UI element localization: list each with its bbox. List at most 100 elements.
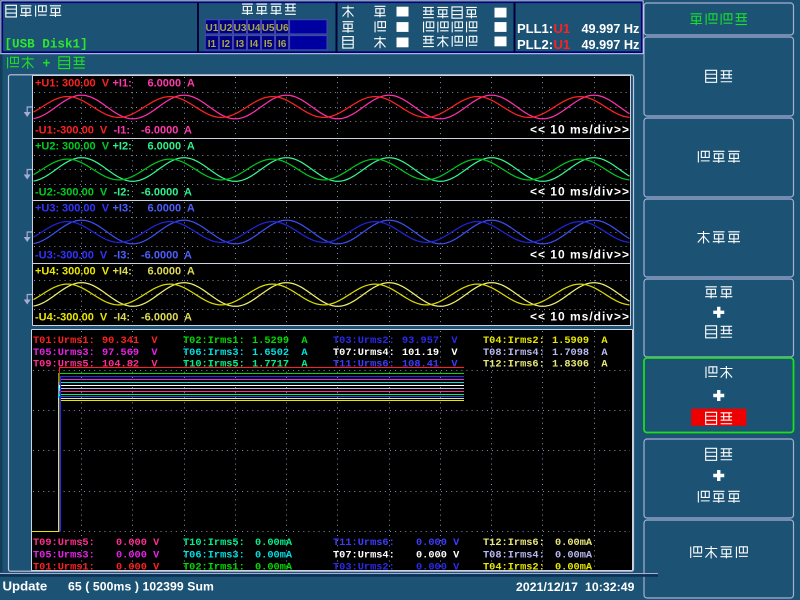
svg-text:104.82 V: 104.82 V [102, 359, 158, 371]
svg-text:U6: U6 [276, 23, 289, 34]
svg-text:0.00mA: 0.00mA [555, 550, 593, 562]
svg-text:0.00mA: 0.00mA [255, 550, 293, 562]
svg-text:1.6502 A: 1.6502 A [252, 347, 308, 359]
svg-text:0.000 V: 0.000 V [416, 550, 460, 562]
svg-text:T08:Irms4:: T08:Irms4: [483, 550, 545, 562]
svg-text:T04:Irms2:: T04:Irms2: [483, 562, 545, 574]
svg-text:0.000 V: 0.000 V [116, 537, 160, 549]
svg-text:-300.00 V: -300.00 V [57, 311, 108, 323]
svg-text:49.997 Hz: 49.997 Hz [582, 22, 640, 36]
svg-text:0.000 V: 0.000 V [416, 537, 460, 549]
svg-text:1.5299 A: 1.5299 A [252, 335, 308, 347]
svg-text:1.7098 A: 1.7098 A [552, 347, 608, 359]
svg-text:1.8306 A: 1.8306 A [552, 359, 608, 371]
svg-text:U1: U1 [554, 37, 571, 52]
svg-text:T02:Irms1:: T02:Irms1: [183, 335, 245, 347]
svg-text:0.000 V: 0.000 V [116, 550, 160, 562]
svg-text:-U1:: -U1: [35, 124, 56, 136]
svg-text:I6: I6 [278, 39, 287, 50]
svg-text:T10:Irms5:: T10:Irms5: [183, 359, 245, 371]
svg-text:T07:Urms4:: T07:Urms4: [333, 347, 395, 359]
svg-text:T07:Urms4:: T07:Urms4: [333, 550, 395, 562]
svg-text:T05:Urms3:: T05:Urms3: [33, 550, 95, 562]
svg-text:<< 10 ms/div>>: << 10 ms/div>> [530, 122, 630, 136]
svg-text:-I2:: -I2: [114, 186, 131, 198]
svg-text:90.341 V: 90.341 V [102, 335, 158, 347]
svg-text:I2: I2 [222, 39, 231, 50]
svg-text:+I2:: +I2: [113, 140, 132, 152]
svg-text:T02:Irms1:: T02:Irms1: [183, 562, 245, 574]
svg-text:49.997 Hz: 49.997 Hz [582, 38, 640, 52]
svg-text:-6.0000 A: -6.0000 A [141, 124, 192, 136]
svg-text:-6.0000 A: -6.0000 A [141, 249, 192, 261]
svg-text:T12:Irms6:: T12:Irms6: [483, 537, 545, 549]
svg-text:+U2:: +U2: [35, 140, 59, 152]
svg-text:1.7717 A: 1.7717 A [252, 359, 308, 371]
svg-text:300.00 V: 300.00 V [62, 202, 110, 214]
svg-text:<< 10 ms/div>>: << 10 ms/div>> [530, 184, 630, 198]
svg-text:0.00mA: 0.00mA [555, 562, 593, 574]
svg-text:93.957 V: 93.957 V [402, 335, 458, 347]
svg-text:+I1:: +I1: [113, 77, 132, 89]
svg-text:6.0000 A: 6.0000 A [148, 202, 195, 214]
svg-text:6.0000 A: 6.0000 A [148, 265, 195, 277]
svg-text:-6.0000 A: -6.0000 A [141, 311, 192, 323]
svg-text:U1: U1 [206, 23, 219, 34]
svg-text:108.41 V: 108.41 V [402, 359, 458, 371]
svg-text:T09:Urms5:: T09:Urms5: [33, 359, 95, 371]
svg-text:-U2:: -U2: [35, 186, 56, 198]
svg-text:T08:Irms4:: T08:Irms4: [483, 347, 545, 359]
svg-text:PLL2:: PLL2: [517, 37, 553, 52]
svg-text:-300.00 V: -300.00 V [57, 124, 108, 136]
svg-text:[USB Disk1]: [USB Disk1] [5, 38, 88, 52]
svg-text:I1: I1 [208, 39, 217, 50]
svg-text:-I4:: -I4: [114, 311, 131, 323]
svg-text:T01:Urms1:: T01:Urms1: [33, 562, 95, 574]
svg-text:6.0000 A: 6.0000 A [148, 77, 195, 89]
svg-text:+I4:: +I4: [113, 265, 132, 277]
svg-text:T05:Urms3:: T05:Urms3: [33, 347, 95, 359]
svg-text:T03:Urms2:: T03:Urms2: [333, 562, 395, 574]
svg-text:T12:Irms6:: T12:Irms6: [483, 359, 545, 371]
svg-text:6.0000 A: 6.0000 A [148, 140, 195, 152]
svg-text:300.00 V: 300.00 V [62, 140, 110, 152]
svg-text:-I3:: -I3: [114, 249, 131, 261]
svg-text:1.5909 A: 1.5909 A [552, 335, 608, 347]
svg-text:101.19 V: 101.19 V [402, 347, 458, 359]
svg-text:U5: U5 [262, 23, 275, 34]
svg-text:+U3:: +U3: [35, 202, 59, 214]
svg-text:0.00mA: 0.00mA [255, 537, 293, 549]
svg-text:-300.00 V: -300.00 V [57, 249, 108, 261]
svg-text:+U4:: +U4: [35, 265, 59, 277]
svg-text:PLL1:: PLL1: [517, 21, 553, 36]
svg-text:300.00 V: 300.00 V [62, 265, 110, 277]
svg-text:I4: I4 [250, 39, 259, 50]
svg-text:+U1:: +U1: [35, 77, 59, 89]
svg-text:U1: U1 [554, 21, 571, 36]
svg-text:0.00mA: 0.00mA [555, 537, 593, 549]
svg-text:I3: I3 [236, 39, 245, 50]
svg-text:<< 10 ms/div>>: << 10 ms/div>> [530, 247, 630, 261]
svg-text:65 ( 500ms ) 102399 Sum: 65 ( 500ms ) 102399 Sum [68, 580, 214, 594]
svg-text:0.000 V: 0.000 V [116, 562, 160, 574]
svg-text:-U4:: -U4: [35, 311, 56, 323]
svg-text:T06:Irms3:: T06:Irms3: [183, 347, 245, 359]
svg-text:Update: Update [3, 579, 48, 594]
svg-text:+: + [43, 56, 51, 71]
svg-text:-300.00 V: -300.00 V [57, 186, 108, 198]
svg-text:300.00 V: 300.00 V [62, 77, 110, 89]
svg-text:T11:Urms6:: T11:Urms6: [333, 537, 395, 549]
svg-text:-U3:: -U3: [35, 249, 56, 261]
svg-text:2021/12/17 10:32:49: 2021/12/17 10:32:49 [516, 580, 635, 594]
svg-text:+I3:: +I3: [113, 202, 132, 214]
svg-text:0.00mA: 0.00mA [255, 562, 293, 574]
svg-text:0.000 V: 0.000 V [416, 562, 460, 574]
svg-text:T11:Urms6:: T11:Urms6: [333, 359, 395, 371]
svg-text:T03:Urms2:: T03:Urms2: [333, 335, 395, 347]
svg-text:T01:Urms1:: T01:Urms1: [33, 335, 95, 347]
svg-text:-6.0000 A: -6.0000 A [141, 186, 192, 198]
svg-text:-I1:: -I1: [114, 124, 131, 136]
svg-text:U3: U3 [234, 23, 247, 34]
svg-text:T06:Irms3:: T06:Irms3: [183, 550, 245, 562]
svg-text:T10:Irms5:: T10:Irms5: [183, 537, 245, 549]
